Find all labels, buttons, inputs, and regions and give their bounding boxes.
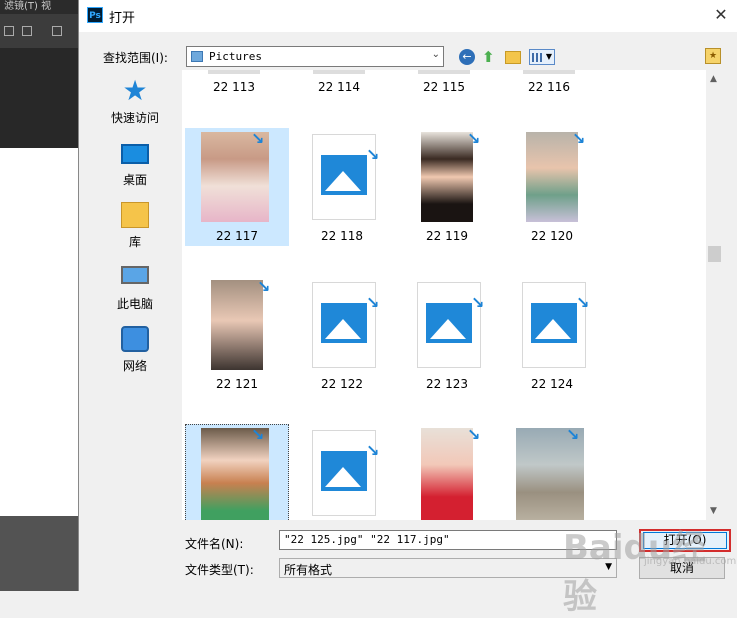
- scrollbar-thumb[interactable]: [708, 246, 721, 262]
- photoshop-tab-area: [0, 48, 78, 148]
- star-icon: ★: [122, 74, 148, 107]
- look-in-value: Pictures: [209, 50, 262, 63]
- place-label: 快速访问: [110, 111, 159, 125]
- shortcut-arrow-icon: ↘: [467, 425, 481, 444]
- close-button[interactable]: ✕: [710, 4, 732, 26]
- photo-thumbnail: [421, 428, 473, 520]
- shortcut-arrow-icon: ↘: [366, 145, 380, 164]
- baidu-watermark-url: jingyan.baidu.com: [644, 556, 737, 567]
- file-item[interactable]: 22 115: [392, 70, 496, 96]
- shortcut-arrow-icon: ↘: [467, 129, 481, 148]
- photoshop-canvas: [0, 148, 78, 516]
- shortcut-arrow-icon: ↘: [576, 293, 590, 312]
- align-icon: [4, 26, 14, 36]
- file-list[interactable]: 22 113 22 114 22 115 22 116 ↘ 22 117 ↘ 2…: [182, 70, 706, 520]
- thumbnail-edge: [313, 70, 365, 74]
- file-item[interactable]: 22 116: [497, 70, 601, 96]
- file-item[interactable]: ↘: [500, 424, 604, 520]
- shortcut-arrow-icon: ↘: [251, 425, 265, 444]
- place-network[interactable]: 网络: [99, 320, 171, 380]
- file-item[interactable]: ↘ 22 119: [395, 128, 499, 246]
- shortcut-arrow-icon: ↘: [471, 293, 485, 312]
- file-item[interactable]: 22 114: [287, 70, 391, 96]
- file-item[interactable]: ↘ 22 117: [185, 128, 289, 246]
- desktop-icon: [121, 144, 149, 164]
- view-menu-button[interactable]: ▼: [529, 49, 555, 65]
- file-name: 22 120: [531, 229, 573, 243]
- shortcut-arrow-icon: ↘: [251, 129, 265, 148]
- photo-thumbnail: [421, 132, 473, 222]
- align-icon: [22, 26, 32, 36]
- look-in-label: 查找范围(I):: [103, 51, 168, 65]
- computer-icon: [121, 266, 149, 284]
- photoshop-app-icon: Ps: [87, 7, 103, 23]
- photoshop-options-bar: [0, 14, 78, 48]
- file-item[interactable]: ↘: [185, 424, 289, 520]
- baidu-watermark: Baidu经验: [563, 528, 707, 617]
- file-item[interactable]: ↘ 22 122: [290, 276, 394, 394]
- file-item[interactable]: ↘: [395, 424, 499, 520]
- file-name: 22 124: [531, 377, 573, 391]
- file-name: 22 122: [321, 377, 363, 391]
- file-name: 22 121: [216, 377, 258, 391]
- new-folder-button[interactable]: [505, 51, 521, 64]
- photoshop-workspace: [0, 516, 78, 591]
- file-name: 22 116: [528, 80, 570, 94]
- dialog-titlebar: Ps 打开 ✕: [79, 0, 737, 32]
- shortcut-arrow-icon: ↘: [572, 129, 586, 148]
- place-libraries[interactable]: 库: [99, 196, 171, 256]
- file-name: 22 118: [321, 229, 363, 243]
- thumbnail-edge: [523, 70, 575, 74]
- favorites-button[interactable]: ★: [705, 48, 721, 64]
- photo-thumbnail: [211, 280, 263, 370]
- view-grid-icon: [532, 53, 542, 62]
- file-name: 22 119: [426, 229, 468, 243]
- look-in-dropdown[interactable]: Pictures ⌄: [186, 46, 444, 67]
- file-item[interactable]: ↘ 22 121: [185, 276, 289, 394]
- back-button[interactable]: ←: [459, 49, 475, 65]
- scroll-up-icon[interactable]: ▲: [710, 74, 717, 84]
- place-quick-access[interactable]: ★ 快速访问: [99, 72, 171, 132]
- shortcut-arrow-icon: ↘: [566, 425, 580, 444]
- file-name: 22 113: [213, 80, 255, 94]
- file-name-label: 文件名(N):: [185, 537, 244, 551]
- network-icon: [121, 326, 149, 352]
- places-bar: ★ 快速访问 桌面 库 此电脑 网络: [99, 72, 171, 402]
- file-name: 22 117: [216, 229, 258, 243]
- library-icon: [121, 202, 149, 228]
- file-item[interactable]: ↘ 22 118: [290, 128, 394, 246]
- open-file-dialog: Ps 打开 ✕ 查找范围(I): Pictures ⌄ ← ⬆ ▼ ★ ★ 快速…: [78, 0, 737, 617]
- place-label: 库: [128, 235, 141, 249]
- caret-down-icon: ▼: [545, 52, 552, 61]
- shortcut-arrow-icon: ↘: [257, 277, 271, 296]
- place-desktop[interactable]: 桌面: [99, 134, 171, 194]
- file-name: 22 115: [423, 80, 465, 94]
- chevron-down-icon: ⌄: [431, 49, 440, 60]
- file-item[interactable]: ↘ 22 124: [500, 276, 604, 394]
- folder-icon: [191, 51, 203, 62]
- shortcut-arrow-icon: ↘: [366, 293, 380, 312]
- distribute-icon: [52, 26, 62, 36]
- vertical-scrollbar[interactable]: ▲ ▼: [706, 70, 723, 520]
- place-this-pc[interactable]: 此电脑: [99, 258, 171, 318]
- file-item[interactable]: 22 113: [182, 70, 286, 96]
- file-type-label: 文件类型(T):: [185, 563, 254, 577]
- file-item[interactable]: ↘ 22 123: [395, 276, 499, 394]
- thumbnail-edge: [418, 70, 470, 74]
- place-label: 网络: [122, 359, 147, 373]
- file-name: 22 123: [426, 377, 468, 391]
- up-folder-button[interactable]: ⬆: [482, 49, 498, 65]
- dialog-title: 打开: [109, 11, 136, 26]
- thumbnail-edge: [208, 70, 260, 74]
- shortcut-arrow-icon: ↘: [366, 441, 380, 460]
- scroll-down-icon[interactable]: ▼: [710, 506, 717, 516]
- file-item[interactable]: ↘ 22 120: [500, 128, 604, 246]
- file-name: 22 114: [318, 80, 360, 94]
- place-label: 桌面: [122, 173, 147, 187]
- photo-thumbnail: [526, 132, 578, 222]
- file-type-value: 所有格式: [284, 563, 333, 577]
- photoshop-menubar: 滤镜(T) 视: [0, 0, 78, 14]
- place-label: 此电脑: [116, 297, 153, 311]
- file-item[interactable]: ↘: [290, 424, 394, 520]
